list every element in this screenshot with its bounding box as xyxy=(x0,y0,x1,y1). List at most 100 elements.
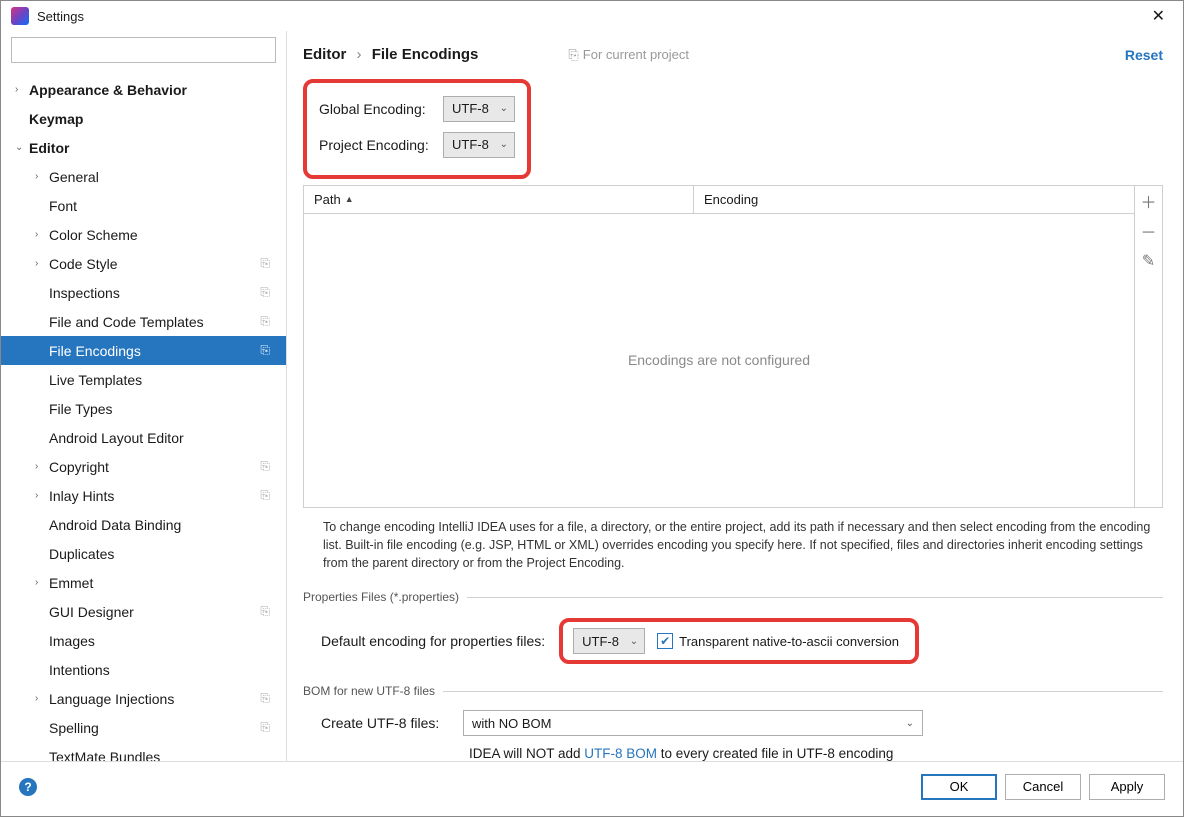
tree-item-label: Appearance & Behavior xyxy=(29,82,187,98)
tree-item-android-data-binding[interactable]: Android Data Binding xyxy=(1,510,286,539)
search-input[interactable] xyxy=(11,37,276,63)
project-encoding-dropdown[interactable]: UTF-8 ⌄ xyxy=(443,132,515,158)
ok-button[interactable]: OK xyxy=(921,774,997,800)
tree-item-live-templates[interactable]: Live Templates xyxy=(1,365,286,394)
tree-item-label: Editor xyxy=(29,140,69,156)
transparent-ascii-label: Transparent native-to-ascii conversion xyxy=(679,634,899,649)
tree-item-label: Duplicates xyxy=(49,546,114,562)
reset-link[interactable]: Reset xyxy=(1125,47,1163,63)
transparent-ascii-checkbox[interactable]: ✔ xyxy=(657,633,673,649)
encoding-highlight-box: Global Encoding: UTF-8 ⌄ Project Encodin… xyxy=(303,79,531,179)
tree-item-emmet[interactable]: ›Emmet xyxy=(1,568,286,597)
tree-item-gui-designer[interactable]: GUI Designer ⎘ xyxy=(1,597,286,626)
project-scope-icon: ⎘ xyxy=(260,488,270,503)
tree-arrow-icon: › xyxy=(35,577,49,588)
tree-item-spelling[interactable]: Spelling⎘ xyxy=(1,713,286,742)
tree-item-label: File Types xyxy=(49,401,113,417)
tree-item-label: General xyxy=(49,169,99,185)
tree-item-images[interactable]: Images xyxy=(1,626,286,655)
tree-item-file-and-code-templates[interactable]: File and Code Templates ⎘ xyxy=(1,307,286,336)
tree-item-duplicates[interactable]: Duplicates xyxy=(1,539,286,568)
sidebar: 🔍 ›Appearance & BehaviorKeymap⌄Editor›Ge… xyxy=(1,31,287,761)
properties-encoding-dropdown[interactable]: UTF-8 ⌄ xyxy=(573,628,645,654)
tree-item-label: Copyright xyxy=(49,459,109,475)
tree-item-keymap[interactable]: Keymap xyxy=(1,104,286,133)
bom-section-label: BOM for new UTF-8 files xyxy=(303,684,1163,698)
tree-item-file-encodings[interactable]: File Encodings⎘ xyxy=(1,336,286,365)
encoding-table: Path ▲ Encoding Encodings are not config… xyxy=(303,185,1163,508)
tree-item-copyright[interactable]: ›Copyright ⎘ xyxy=(1,452,286,481)
tree-arrow-icon: › xyxy=(35,258,49,269)
tree-arrow-icon: › xyxy=(35,693,49,704)
apply-button[interactable]: Apply xyxy=(1089,774,1165,800)
global-encoding-dropdown[interactable]: UTF-8 ⌄ xyxy=(443,96,515,122)
utf8-bom-link[interactable]: UTF-8 BOM xyxy=(584,746,657,761)
tree-item-inspections[interactable]: Inspections⎘ xyxy=(1,278,286,307)
titlebar: Settings ✕ xyxy=(1,1,1183,31)
breadcrumb-parent: Editor xyxy=(303,46,346,63)
tree-item-label: Android Layout Editor xyxy=(49,430,184,446)
chevron-down-icon: ⌄ xyxy=(500,103,508,114)
tree-arrow-icon: › xyxy=(35,490,49,501)
tree-item-intentions[interactable]: Intentions xyxy=(1,655,286,684)
global-encoding-label: Global Encoding: xyxy=(319,101,443,117)
tree-item-label: GUI Designer xyxy=(49,604,134,620)
tree-item-language-injections[interactable]: ›Language Injections⎘ xyxy=(1,684,286,713)
window-title: Settings xyxy=(37,9,84,24)
tree-item-inlay-hints[interactable]: ›Inlay Hints ⎘ xyxy=(1,481,286,510)
chevron-down-icon: ⌄ xyxy=(630,636,638,647)
breadcrumb-current: File Encodings xyxy=(372,46,479,63)
settings-tree: ›Appearance & BehaviorKeymap⌄Editor›Gene… xyxy=(1,71,286,761)
edit-icon[interactable]: ✎ xyxy=(1135,246,1163,276)
tree-item-label: Android Data Binding xyxy=(49,517,181,533)
table-header-path[interactable]: Path ▲ xyxy=(304,186,694,213)
tree-item-label: Color Scheme xyxy=(49,227,138,243)
tree-arrow-icon: › xyxy=(15,84,29,95)
copy-icon: ⎘ xyxy=(568,47,578,63)
project-encoding-label: Project Encoding: xyxy=(319,137,443,153)
help-icon[interactable]: ? xyxy=(19,778,37,796)
bom-dropdown[interactable]: with NO BOM ⌄ xyxy=(463,710,923,736)
tree-item-label: Live Templates xyxy=(49,372,142,388)
tree-item-appearance-behavior[interactable]: ›Appearance & Behavior xyxy=(1,75,286,104)
for-current-project-label: ⎘ For current project xyxy=(568,47,689,63)
project-scope-icon: ⎘ xyxy=(260,604,270,619)
tree-item-label: Language Injections xyxy=(49,691,174,707)
cancel-button[interactable]: Cancel xyxy=(1005,774,1081,800)
project-scope-icon: ⎘ xyxy=(260,256,270,271)
breadcrumb: Editor › File Encodings xyxy=(303,46,478,63)
tree-item-code-style[interactable]: ›Code Style⎘ xyxy=(1,249,286,278)
properties-encoding-label: Default encoding for properties files: xyxy=(321,633,545,649)
tree-item-label: File Encodings xyxy=(49,343,141,359)
chevron-right-icon: › xyxy=(357,46,362,63)
tree-item-label: Keymap xyxy=(29,111,83,127)
close-icon[interactable]: ✕ xyxy=(1144,4,1173,28)
project-scope-icon: ⎘ xyxy=(260,720,270,735)
dialog-footer: ? OK Cancel Apply xyxy=(1,761,1183,811)
properties-highlight-box: UTF-8 ⌄ ✔ Transparent native-to-ascii co… xyxy=(559,618,919,664)
project-scope-icon: ⎘ xyxy=(260,285,270,300)
project-scope-icon: ⎘ xyxy=(260,314,270,329)
help-text: To change encoding IntelliJ IDEA uses fo… xyxy=(303,508,1163,576)
tree-item-color-scheme[interactable]: ›Color Scheme xyxy=(1,220,286,249)
tree-item-font[interactable]: Font xyxy=(1,191,286,220)
add-icon[interactable]: ＋ xyxy=(1135,186,1163,216)
tree-item-label: Inlay Hints xyxy=(49,488,114,504)
tree-item-editor[interactable]: ⌄Editor xyxy=(1,133,286,162)
tree-item-label: Intentions xyxy=(49,662,110,678)
tree-item-android-layout-editor[interactable]: Android Layout Editor xyxy=(1,423,286,452)
table-empty-message: Encodings are not configured xyxy=(304,214,1134,507)
tree-arrow-icon: › xyxy=(35,461,49,472)
tree-item-label: File and Code Templates xyxy=(49,314,204,330)
tree-item-label: Font xyxy=(49,198,77,214)
table-header-encoding[interactable]: Encoding xyxy=(694,192,768,207)
tree-item-label: Images xyxy=(49,633,95,649)
tree-arrow-icon: › xyxy=(35,229,49,240)
tree-item-label: Emmet xyxy=(49,575,93,591)
remove-icon[interactable]: － xyxy=(1135,216,1163,246)
tree-item-general[interactable]: ›General xyxy=(1,162,286,191)
tree-item-file-types[interactable]: File Types xyxy=(1,394,286,423)
tree-item-textmate-bundles[interactable]: TextMate Bundles xyxy=(1,742,286,761)
bom-label: Create UTF-8 files: xyxy=(321,715,451,731)
project-scope-icon: ⎘ xyxy=(260,459,270,474)
